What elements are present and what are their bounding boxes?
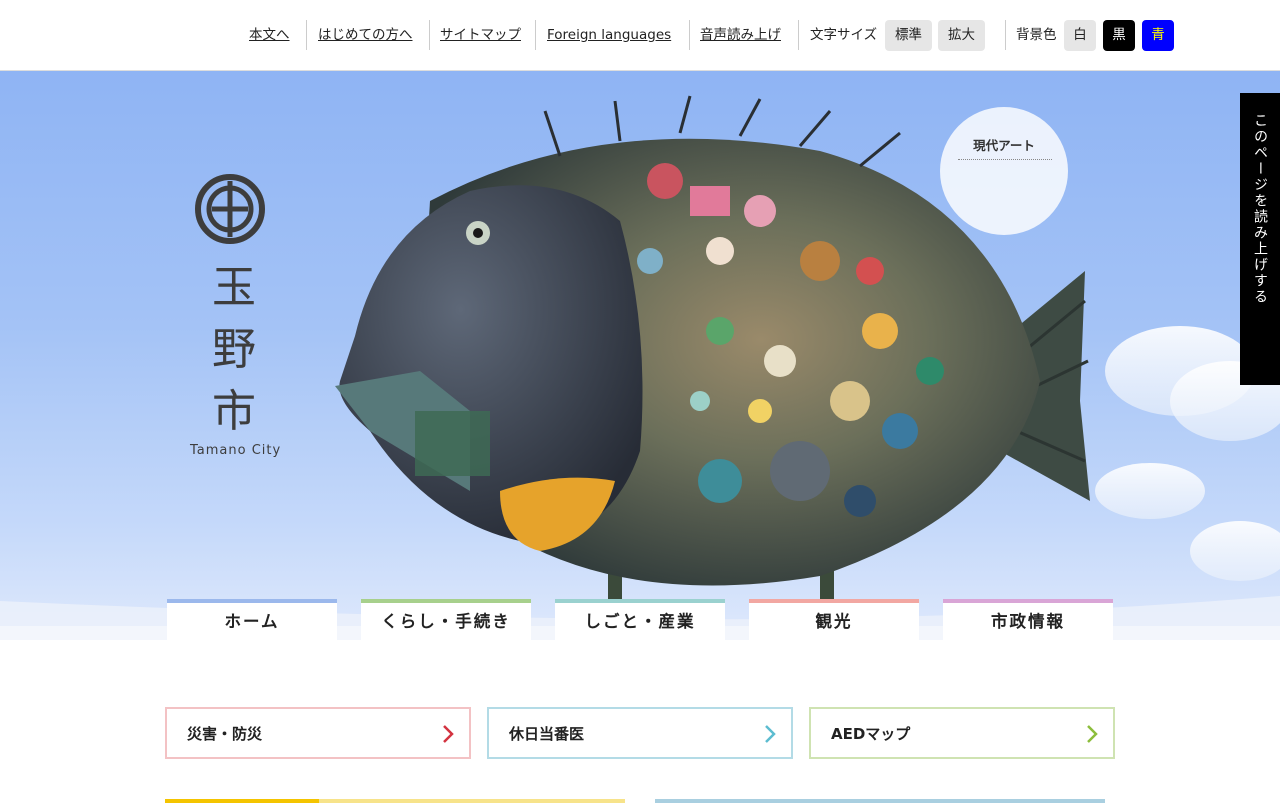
bg-white-button[interactable]: 白 (1064, 20, 1096, 51)
read-aloud-side-tab[interactable]: このページを読み上げする (1240, 93, 1280, 385)
bg-blue-button[interactable]: 青 (1142, 20, 1174, 51)
logo-char: 玉 (212, 262, 256, 313)
divider (535, 20, 536, 50)
nav-tab-tourism[interactable]: 観光 (749, 599, 919, 640)
section-header-strip (655, 799, 1105, 803)
city-emblem-icon (195, 174, 265, 244)
quick-link-label: 休日当番医 (509, 725, 585, 743)
divider (306, 20, 307, 50)
bg-black-button[interactable]: 黒 (1103, 20, 1135, 51)
city-logo-subtitle: Tamano City (190, 443, 282, 458)
skip-to-content-link[interactable]: 本文へ (249, 26, 290, 44)
nav-tab-work-industry[interactable]: しごと・産業 (555, 599, 725, 640)
section-header-strip (165, 799, 319, 803)
divider (798, 20, 799, 50)
logo-char: 市 (212, 386, 256, 437)
nav-tab-city-government[interactable]: 市政情報 (943, 599, 1113, 640)
modern-art-badge[interactable]: 現代アート (940, 107, 1068, 235)
modern-art-badge-label: 現代アート (973, 138, 1035, 153)
logo-char: 野 (212, 324, 256, 375)
font-size-standard-button[interactable]: 標準 (885, 20, 932, 51)
nav-tab-home[interactable]: ホーム (167, 599, 337, 640)
divider (958, 159, 1052, 160)
read-aloud-side-tab-label: このページを読み上げする (1252, 113, 1268, 305)
city-logo-name[interactable]: 玉 野 市 (199, 257, 269, 443)
chevron-right-icon (765, 725, 776, 743)
quick-link-label: 災害・防災 (187, 725, 263, 743)
nav-tab-living-procedures[interactable]: くらし・手続き (361, 599, 531, 640)
aed-map-link[interactable]: AEDマップ (809, 707, 1115, 759)
divider (1005, 20, 1006, 50)
fish-sculpture-image (0, 95, 1280, 640)
chevron-right-icon (443, 725, 454, 743)
sitemap-link[interactable]: サイトマップ (440, 26, 521, 44)
first-time-visitors-link[interactable]: はじめての方へ (318, 26, 413, 44)
divider (429, 20, 430, 50)
divider (689, 20, 690, 50)
text-to-speech-link[interactable]: 音声読み上げ (700, 26, 781, 44)
quick-link-label: AEDマップ (831, 725, 911, 743)
hero-banner: 玉 野 市 Tamano City 現代アート (0, 71, 1280, 640)
utility-bar: 本文へ はじめての方へ サイトマップ Foreign languages 音声読… (0, 0, 1280, 71)
background-color-label: 背景色 (1016, 27, 1057, 43)
section-header-strip (319, 799, 625, 803)
holiday-doctor-link[interactable]: 休日当番医 (487, 707, 793, 759)
chevron-right-icon (1087, 725, 1098, 743)
foreign-languages-link[interactable]: Foreign languages (547, 26, 671, 44)
font-size-label: 文字サイズ (810, 27, 878, 43)
font-size-large-button[interactable]: 拡大 (938, 20, 985, 51)
disaster-prevention-link[interactable]: 災害・防災 (165, 707, 471, 759)
